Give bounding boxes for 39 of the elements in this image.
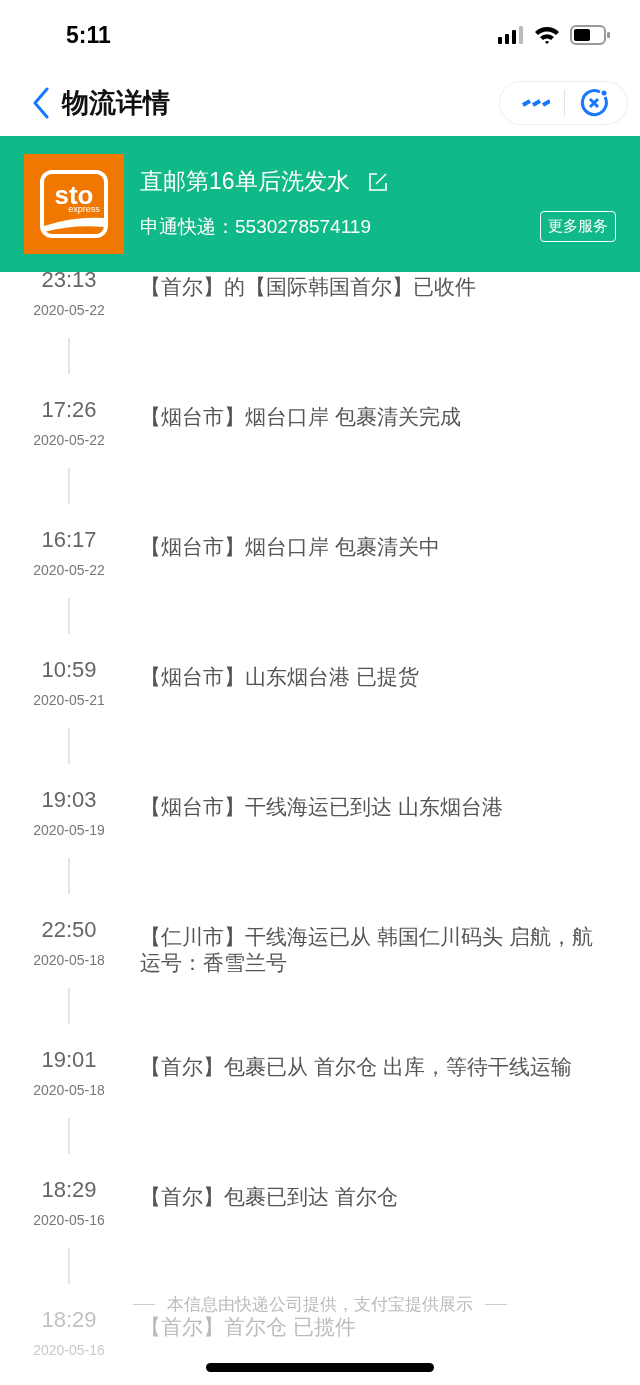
more-icon[interactable] (522, 99, 550, 107)
event-description: 【首尔】的【国际韩国首尔】已收件 (140, 274, 476, 300)
event-time: 16:17 (41, 526, 97, 554)
wifi-icon (534, 25, 560, 45)
event-time: 10:59 (41, 656, 97, 684)
event-description: 【烟台市】山东烟台港 已提货 (140, 664, 419, 690)
event-time: 19:01 (41, 1046, 97, 1074)
event-time: 23:13 (41, 272, 97, 294)
page-title: 物流详情 (62, 87, 171, 120)
event-time: 17:26 (41, 396, 97, 424)
event-description: 【首尔】首尔仓 已揽件 (140, 1314, 356, 1340)
event-date: 2020-05-18 (33, 1081, 105, 1100)
back-icon[interactable] (32, 87, 50, 119)
event-date: 2020-05-19 (33, 821, 105, 840)
event-time: 18:29 (41, 1176, 97, 1204)
footer-note: 本信息由快递公司提供，支付宝提供展示 (167, 1294, 473, 1316)
status-time: 5:11 (66, 21, 111, 49)
event-description: 【烟台市】烟台口岸 包裹清关完成 (140, 404, 461, 430)
event-date: 2020-05-22 (33, 431, 105, 450)
event-description: 【仁川市】干线海运已从 韩国仁川码头 启航，航运号：香雪兰号 (140, 924, 594, 976)
event-time: 18:29 (41, 1306, 97, 1334)
event-date: 2020-05-21 (33, 691, 105, 710)
close-icon[interactable] (579, 88, 609, 118)
event-description: 【首尔】包裹已从 首尔仓 出库，等待干线运输 (140, 1054, 572, 1080)
event-description: 【首尔】包裹已到达 首尔仓 (140, 1184, 398, 1210)
courier-tracking-number: 申通快递：5530278574119 (140, 214, 371, 239)
event-description: 【烟台市】烟台口岸 包裹清关中 (140, 534, 440, 560)
event-time: 22:50 (41, 916, 97, 944)
event-date: 2020-05-18 (33, 951, 105, 970)
signal-icon (498, 26, 524, 44)
event-date: 2020-05-22 (33, 301, 105, 320)
edit-icon[interactable] (367, 171, 388, 192)
package-name: 直邮第16单后洗发水 (140, 167, 350, 196)
event-time: 19:03 (41, 786, 97, 814)
event-date: 2020-05-22 (33, 561, 105, 580)
event-description: 【烟台市】干线海运已到达 山东烟台港 (140, 794, 503, 820)
battery-icon (570, 25, 610, 45)
event-date: 2020-05-16 (33, 1211, 105, 1230)
more-services-button[interactable]: 更多服务 (540, 211, 616, 242)
